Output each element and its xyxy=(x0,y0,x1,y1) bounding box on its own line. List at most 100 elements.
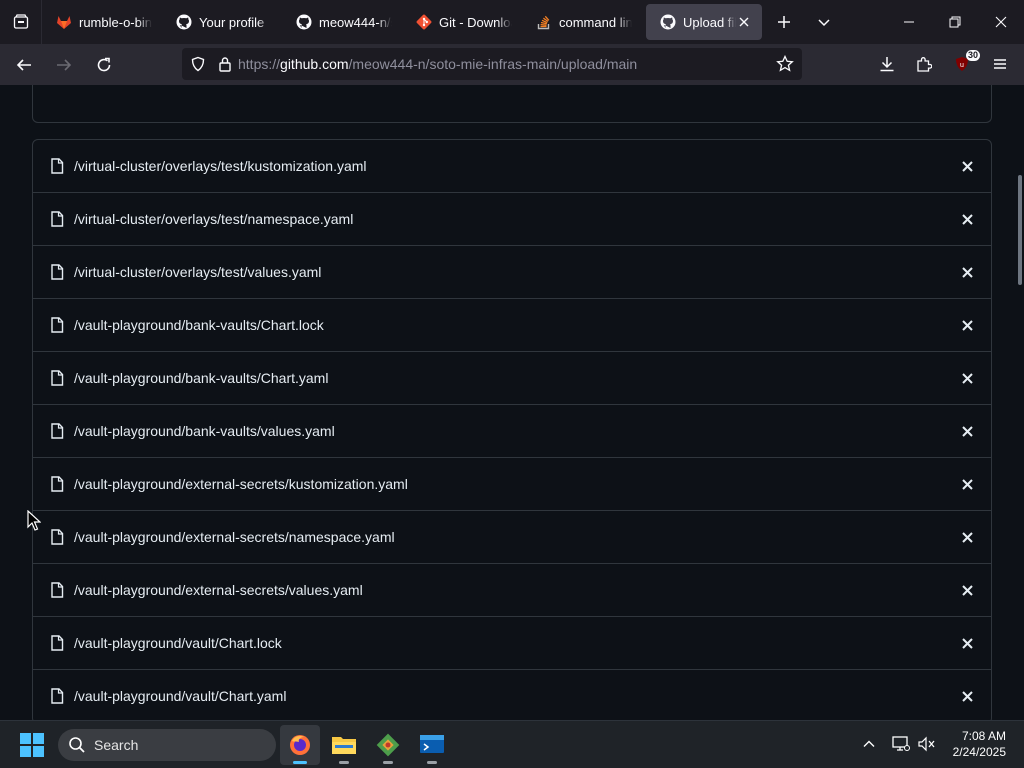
file-path: /vault-playground/vault/Chart.yaml xyxy=(74,688,287,704)
minimize-window-button[interactable] xyxy=(886,0,932,44)
network-icon xyxy=(892,736,910,751)
file-row: /vault-playground/vault/Chart.yaml xyxy=(33,670,991,720)
file-row: /vault-playground/bank-vaults/Chart.lock xyxy=(33,299,991,352)
list-all-tabs-button[interactable] xyxy=(804,0,844,44)
downloads-button[interactable] xyxy=(871,48,903,80)
url-text[interactable]: https://github.com/meow444-n/soto-mie-in… xyxy=(238,56,637,72)
git-icon xyxy=(416,14,432,30)
tab-label: Your profile xyxy=(199,14,265,30)
file-drop-zone[interactable] xyxy=(32,85,992,123)
file-path: /vault-playground/vault/Chart.lock xyxy=(74,635,282,651)
github-icon xyxy=(176,14,192,30)
speaker-muted-icon xyxy=(918,736,935,752)
forward-button[interactable] xyxy=(46,47,82,83)
reload-button[interactable] xyxy=(86,47,122,83)
taskbar-firefox[interactable] xyxy=(280,725,320,765)
close-tab-icon[interactable] xyxy=(736,14,752,30)
back-button[interactable] xyxy=(6,47,42,83)
tab-your-profile[interactable]: Your profile xyxy=(162,4,282,40)
lock-icon[interactable] xyxy=(218,56,232,72)
restore-icon xyxy=(949,16,961,28)
remove-file-icon[interactable] xyxy=(959,211,975,227)
running-indicator xyxy=(427,761,437,764)
taskbar-terminal[interactable] xyxy=(412,725,452,765)
tab-git-downloads[interactable]: Git - Downloads xyxy=(402,4,522,40)
chevron-up-icon xyxy=(863,740,875,747)
windows-logo-icon xyxy=(20,733,44,757)
clock-time: 7:08 AM xyxy=(961,729,1006,743)
file-row: /vault-playground/bank-vaults/values.yam… xyxy=(33,405,991,458)
file-path: /vault-playground/external-secrets/names… xyxy=(74,529,395,545)
file-path: /virtual-cluster/overlays/test/namespace… xyxy=(74,211,354,227)
remove-file-icon[interactable] xyxy=(959,476,975,492)
close-icon xyxy=(995,16,1007,28)
running-indicator xyxy=(293,761,307,764)
remove-file-icon[interactable] xyxy=(959,423,975,439)
clock-date: 2/24/2025 xyxy=(952,745,1006,759)
bookmark-star-icon[interactable] xyxy=(776,55,794,73)
extensions-button[interactable] xyxy=(908,48,940,80)
github-icon xyxy=(660,14,676,30)
network-status[interactable] xyxy=(890,733,912,755)
tab-meow444-repo[interactable]: meow444-n/soto xyxy=(282,4,402,40)
close-window-button[interactable] xyxy=(978,0,1024,44)
address-bar[interactable]: https://github.com/meow444-n/soto-mie-in… xyxy=(182,48,802,80)
start-button[interactable] xyxy=(20,733,44,757)
new-tab-button[interactable] xyxy=(764,0,804,44)
file-path: /virtual-cluster/overlays/test/values.ya… xyxy=(74,264,322,280)
file-row: /virtual-cluster/overlays/test/namespace… xyxy=(33,193,991,246)
url-prefix: https:// xyxy=(238,56,281,72)
file-icon xyxy=(50,476,66,492)
taskbar-file-explorer[interactable] xyxy=(324,725,364,765)
gitlab-icon xyxy=(56,14,72,30)
tab-upload-files[interactable]: Upload files xyxy=(646,4,762,40)
remove-file-icon[interactable] xyxy=(959,370,975,386)
file-row: /vault-playground/external-secrets/names… xyxy=(33,511,991,564)
firefox-view-button[interactable] xyxy=(0,0,42,44)
taskbar-search-box[interactable]: Search xyxy=(58,729,276,761)
file-path: /vault-playground/bank-vaults/Chart.lock xyxy=(74,317,324,333)
file-icon xyxy=(50,370,66,386)
file-row: /vault-playground/bank-vaults/Chart.yaml xyxy=(33,352,991,405)
hamburger-menu-icon xyxy=(994,59,1006,69)
folder-icon xyxy=(332,737,356,754)
tab-label: Upload files xyxy=(683,14,736,30)
tab-command-line[interactable]: command line xyxy=(522,4,642,40)
firefox-view-icon xyxy=(13,14,28,29)
remove-file-icon[interactable] xyxy=(959,529,975,545)
ublock-extension-button[interactable]: u 30 xyxy=(946,48,980,80)
remove-file-icon[interactable] xyxy=(959,158,975,174)
taskbar-git-client[interactable] xyxy=(368,725,408,765)
remove-file-icon[interactable] xyxy=(959,635,975,651)
file-icon xyxy=(50,635,66,651)
tab-rumble-o-bin[interactable]: rumble-o-bin xyxy=(42,4,162,40)
puzzle-piece-icon xyxy=(917,57,932,72)
page-scrollbar-thumb[interactable] xyxy=(1018,175,1022,285)
show-hidden-icons-button[interactable] xyxy=(858,733,880,755)
stackoverflow-icon xyxy=(536,14,552,30)
restore-window-button[interactable] xyxy=(932,0,978,44)
file-row: /vault-playground/external-secrets/value… xyxy=(33,564,991,617)
remove-file-icon[interactable] xyxy=(959,317,975,333)
system-clock[interactable]: 7:08 AM 2/24/2025 xyxy=(953,728,1006,760)
remove-file-icon[interactable] xyxy=(959,582,975,598)
app-menu-button[interactable] xyxy=(984,48,1016,80)
tab-label: Git - Downloads xyxy=(439,14,512,30)
search-icon xyxy=(69,737,85,753)
back-arrow-icon xyxy=(16,58,31,71)
forward-arrow-icon xyxy=(57,58,72,71)
git-client-icon xyxy=(376,733,400,757)
tab-label: command line xyxy=(559,14,632,30)
search-label: Search xyxy=(94,737,139,753)
remove-file-icon[interactable] xyxy=(959,264,975,280)
file-path: /vault-playground/external-secrets/value… xyxy=(74,582,363,598)
tracking-protection-shield-icon[interactable] xyxy=(190,56,206,72)
volume-status[interactable] xyxy=(916,733,938,755)
file-path: /virtual-cluster/overlays/test/kustomiza… xyxy=(74,158,367,174)
remove-file-icon[interactable] xyxy=(959,688,975,704)
download-icon xyxy=(880,57,894,72)
upload-files-page: /virtual-cluster/overlays/test/kustomiza… xyxy=(0,85,1024,720)
file-icon xyxy=(50,317,66,333)
firefox-icon xyxy=(290,735,310,755)
plus-icon xyxy=(778,16,790,28)
